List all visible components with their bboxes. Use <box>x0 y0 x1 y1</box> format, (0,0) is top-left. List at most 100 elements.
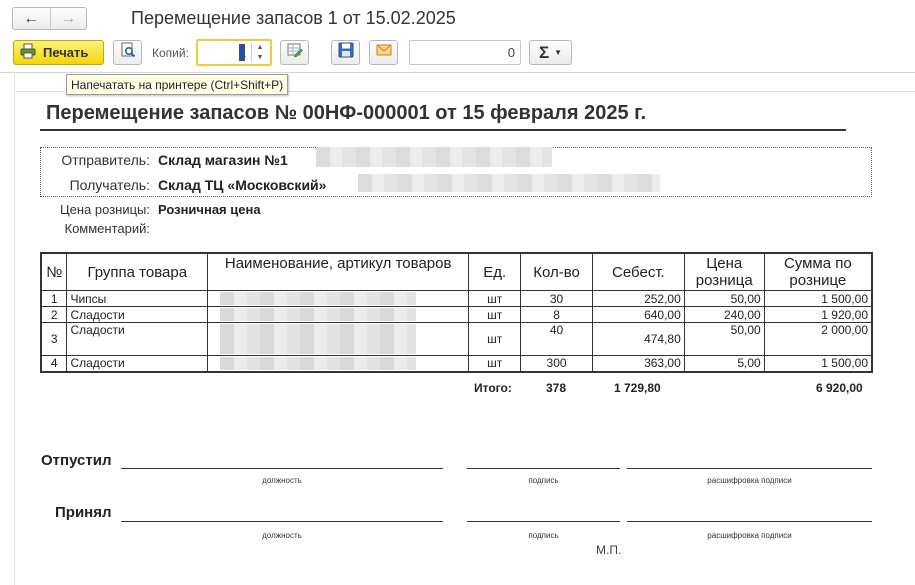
row-group: Чипсы <box>66 290 209 307</box>
edit-table-icon <box>287 42 303 63</box>
row-quantity: 300 <box>520 355 593 372</box>
receiver-label: Получатель: <box>69 177 150 193</box>
decode-caption: расшифровка подписи <box>707 531 792 540</box>
table-row: 3 Сладости шт 40 474,80 50,00 2 000,00 <box>40 322 873 356</box>
column-header: Сумма по рознице <box>763 252 873 291</box>
price-type-label: Цена розницы: <box>60 202 150 217</box>
released-signature-line <box>467 468 620 469</box>
row-number: 1 <box>40 290 68 307</box>
row-name-redacted <box>207 355 470 372</box>
row-price: 50,00 <box>683 322 765 356</box>
row-group: Сладости <box>66 355 209 372</box>
forward-arrow-icon[interactable]: → <box>49 8 87 29</box>
row-group: Сладости <box>66 306 209 323</box>
column-header: Группа товара <box>66 252 209 291</box>
table-row: 1 Чипсы шт 30 252,00 50,00 1 500,00 <box>40 290 873 307</box>
table-header-row: № Группа товара Наименование, артикул то… <box>40 252 873 291</box>
preview-button[interactable] <box>113 40 142 65</box>
position-caption: должность <box>262 476 302 485</box>
chevron-down-icon: ▼ <box>554 48 563 57</box>
total-cost: 1 729,80 <box>614 381 661 395</box>
column-header: Цена розница <box>683 252 765 291</box>
save-button[interactable] <box>331 40 360 65</box>
row-price: 50,00 <box>683 290 765 307</box>
received-by-label: Принял <box>55 504 112 521</box>
total-sum: 6 920,00 <box>816 381 863 395</box>
row-unit: шт <box>468 290 522 307</box>
row-number: 4 <box>40 355 68 372</box>
row-cost: 363,00 <box>591 355 685 372</box>
row-cost: 252,00 <box>591 290 685 307</box>
spin-down-icon[interactable]: ▼ <box>252 53 268 63</box>
selected-sum-field[interactable]: 0 <box>409 40 521 65</box>
row-unit: шт <box>468 322 522 356</box>
price-type-value: Розничная цена <box>158 202 261 217</box>
row-sum: 1 500,00 <box>763 290 873 307</box>
row-group: Сладости <box>66 322 209 356</box>
envelope-icon <box>376 42 392 63</box>
column-header: Ед. <box>468 252 522 291</box>
row-sum: 1 500,00 <box>763 355 873 372</box>
row-number: 3 <box>40 322 68 356</box>
row-quantity: 30 <box>520 290 593 307</box>
table-row: 2 Сладости шт 8 640,00 240,00 1 920,00 <box>40 306 873 323</box>
goods-table: № Группа товара Наименование, артикул то… <box>40 252 873 373</box>
navigation-buttons: ← → <box>12 7 87 30</box>
sum-options-button[interactable]: Σ ▼ <box>529 40 572 65</box>
page-preview-icon <box>120 42 136 63</box>
received-position-line <box>121 521 443 522</box>
edit-document-button[interactable] <box>280 40 309 65</box>
redacted-receiver-details <box>358 174 660 192</box>
row-sum: 2 000,00 <box>763 322 873 356</box>
row-cost: 640,00 <box>591 306 685 323</box>
row-cost: 474,80 <box>591 322 685 356</box>
redacted-sender-details <box>316 147 552 167</box>
stamp-placeholder: М.П. <box>596 543 622 557</box>
spin-up-icon[interactable]: ▲ <box>252 43 268 53</box>
back-arrow-icon[interactable]: ← <box>13 8 50 29</box>
row-unit: шт <box>468 355 522 372</box>
row-name-redacted <box>207 306 470 323</box>
row-price: 240,00 <box>683 306 765 323</box>
released-by-label: Отпустил <box>41 452 112 469</box>
total-quantity: 378 <box>546 381 567 395</box>
received-signature-line <box>467 521 620 522</box>
copies-stepper[interactable]: ▲ ▼ <box>251 43 268 62</box>
sigma-icon: Σ <box>538 42 550 62</box>
row-quantity: 8 <box>520 306 593 323</box>
column-header: Кол-во <box>520 252 593 291</box>
released-decode-line <box>627 468 872 469</box>
decode-caption: расшифровка подписи <box>707 476 792 485</box>
row-number: 2 <box>40 306 68 323</box>
row-sum: 1 920,00 <box>763 306 873 323</box>
text-cursor <box>239 44 245 61</box>
row-name-redacted <box>207 322 470 356</box>
table-row: 4 Сладости шт 300 363,00 5,00 1 500,00 <box>40 355 873 372</box>
printer-icon <box>20 43 36 62</box>
copies-field[interactable]: ▲ ▼ <box>196 39 272 66</box>
position-caption: должность <box>262 531 302 540</box>
row-header-divider <box>14 73 15 585</box>
column-header: Наименование, артикул товаров <box>207 252 470 291</box>
row-unit: шт <box>468 306 522 323</box>
window-title: Перемещение запасов 1 от 15.02.2025 <box>131 8 456 28</box>
totals-label: Итого: <box>474 381 512 395</box>
sender-label: Отправитель: <box>61 152 150 168</box>
copies-label: Копий: <box>152 46 189 60</box>
received-decode-line <box>627 521 872 522</box>
print-button[interactable]: Печать <box>13 40 104 65</box>
floppy-disk-icon <box>338 42 354 63</box>
row-price: 5,00 <box>683 355 765 372</box>
row-name-redacted <box>207 290 470 307</box>
released-position-line <box>121 468 443 469</box>
column-header: Себест. <box>591 252 685 291</box>
receiver-value: Склад ТЦ «Московский» <box>158 177 327 193</box>
column-header: № <box>40 252 68 291</box>
title-underline <box>40 129 846 131</box>
print-button-label: Печать <box>43 45 89 60</box>
send-email-button[interactable] <box>369 40 398 65</box>
comment-label: Комментарий: <box>64 221 151 236</box>
print-tooltip: Напечатать на принтере (Ctrl+Shift+P) <box>66 74 289 95</box>
sender-value: Склад магазин №1 <box>158 152 288 168</box>
document-title: Перемещение запасов № 00НФ-000001 от 15 … <box>46 102 647 124</box>
